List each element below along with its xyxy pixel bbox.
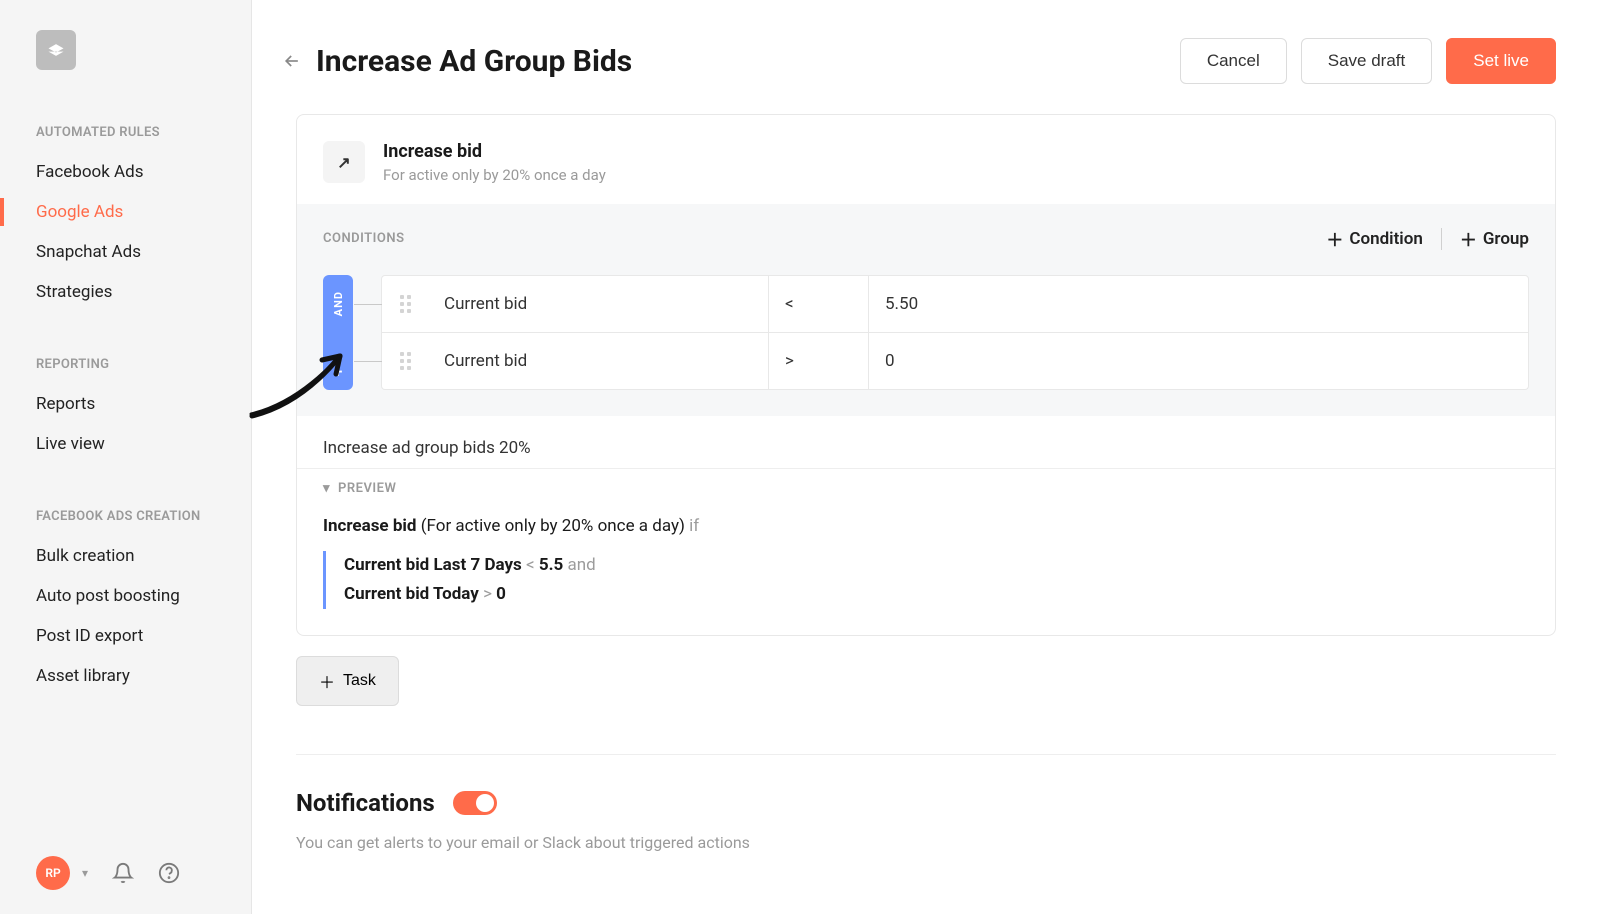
sidebar-item-snapchat-ads[interactable]: Snapchat Ads [0,232,251,272]
conditions-label: CONDITIONS [323,231,405,246]
logo[interactable] [36,30,76,70]
sidebar-item-auto-post-boosting[interactable]: Auto post boosting [0,576,251,616]
add-condition-button[interactable]: ＋ Condition [1326,226,1422,251]
cancel-button[interactable]: Cancel [1180,38,1287,84]
main: Increase Ad Group Bids Cancel Save draft… [252,0,1600,914]
separator [1441,228,1442,250]
preview-action-detail: (For active only by 20% once a day) [416,516,689,536]
condition-field[interactable]: Current bid [428,276,768,332]
sidebar-item-live-view[interactable]: Live view [0,424,251,464]
notifications-toggle[interactable] [453,791,497,815]
save-draft-button[interactable]: Save draft [1301,38,1433,84]
preview-action-name: Increase bid [323,516,416,536]
notifications-subtitle: You can get alerts to your email or Slac… [296,833,1556,852]
preview-toggle[interactable]: ▾ PREVIEW [297,468,1555,506]
plus-icon: ＋ [1326,226,1343,251]
add-group-button[interactable]: ＋ Group [1460,226,1529,251]
preview-body: Increase bid (For active only by 20% onc… [297,506,1555,635]
conditions-panel: CONDITIONS ＋ Condition ＋ Group [297,204,1555,416]
bell-icon[interactable] [112,862,134,884]
add-operator-icon[interactable]: + [334,364,343,380]
drag-handle-icon[interactable] [382,276,428,332]
page-title: Increase Ad Group Bids [316,44,632,79]
avatar[interactable]: RP [36,856,70,890]
preview-line: Current bid Last 7 Days < 5.5 and [344,551,1529,580]
help-icon[interactable] [158,862,180,884]
sidebar-item-bulk-creation[interactable]: Bulk creation [0,536,251,576]
nav-section-title-reporting: REPORTING [0,357,251,372]
back-arrow-icon[interactable] [280,49,304,73]
preview-if: if [689,516,699,536]
avatar-caret-icon[interactable]: ▾ [82,866,88,880]
condition-field[interactable]: Current bid [428,333,768,389]
action-subtitle: For active only by 20% once a day [383,166,606,184]
condition-row: Current bid < 5.50 [381,275,1529,333]
condition-value[interactable]: 0 [868,333,1528,389]
nav-section-title-fbcreation: FACEBOOK ADS CREATION [0,509,251,524]
divider [296,754,1556,755]
sidebar-item-strategies[interactable]: Strategies [0,272,251,312]
plus-icon: ＋ [1460,226,1477,251]
condition-row: Current bid > 0 [381,333,1529,390]
chevron-down-icon: ▾ [323,481,330,496]
action-type-icon: ↗ [323,141,365,183]
set-live-button[interactable]: Set live [1446,38,1556,84]
notifications-header: Notifications [296,789,1556,817]
sidebar-item-reports[interactable]: Reports [0,384,251,424]
logic-operator-rail[interactable]: AND + [323,275,353,390]
condition-operator[interactable]: > [768,333,868,389]
preview-line: Current bid Today > 0 [344,580,1529,609]
task-card: ↗ Increase bid For active only by 20% on… [296,114,1556,636]
sidebar-item-google-ads[interactable]: Google Ads [0,192,251,232]
page-header: Increase Ad Group Bids Cancel Save draft… [252,0,1600,106]
action-title: Increase bid [383,141,606,162]
plus-icon: ＋ [319,669,335,693]
drag-handle-icon[interactable] [382,333,428,389]
add-task-button[interactable]: ＋ Task [296,656,399,706]
condition-value[interactable]: 5.50 [868,276,1528,332]
sidebar-item-asset-library[interactable]: Asset library [0,656,251,696]
sidebar: AUTOMATED RULES Facebook Ads Google Ads … [0,0,252,914]
sidebar-item-post-id-export[interactable]: Post ID export [0,616,251,656]
nav-section-title-rules: AUTOMATED RULES [0,125,251,140]
task-summary: Increase ad group bids 20% [297,416,1555,468]
sidebar-item-facebook-ads[interactable]: Facebook Ads [0,152,251,192]
notifications-title: Notifications [296,789,435,817]
condition-operator[interactable]: < [768,276,868,332]
logic-operator-label: AND [332,291,345,316]
